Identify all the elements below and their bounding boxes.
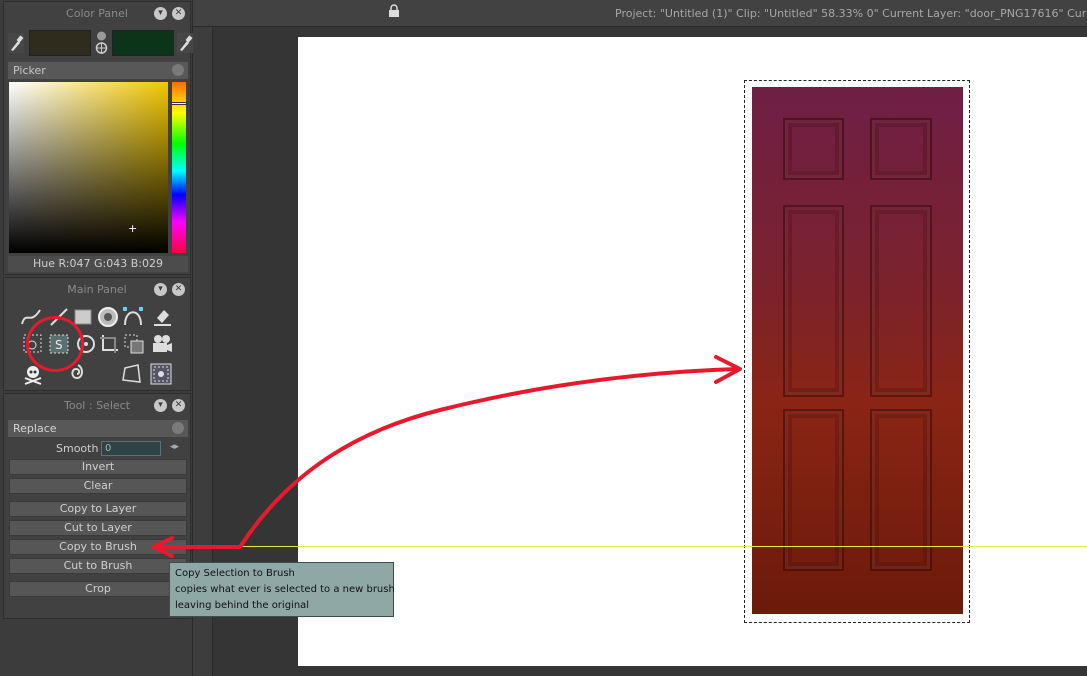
status-bar: Project: "Untitled (1)" Clip: "Untitled"… — [193, 0, 1087, 27]
annotation-circle — [26, 316, 84, 372]
smooth-label: Smooth — [56, 442, 99, 455]
swatch-row — [8, 30, 193, 56]
collapse-icon[interactable]: ▾ — [154, 399, 167, 412]
main-panel-title: Main Panel — [67, 283, 127, 296]
close-icon[interactable]: ✕ — [172, 7, 185, 20]
camera-tool-icon[interactable] — [151, 333, 173, 355]
hue-slider[interactable] — [172, 82, 186, 253]
fill-tool-icon[interactable] — [151, 306, 173, 328]
perspective-tool-icon[interactable] — [121, 363, 143, 385]
selection-mode-value: Replace — [13, 422, 57, 435]
app-window: Color Panel ▾ ✕ Picker + Hue R:047 G:043… — [0, 0, 1087, 676]
main-panel-header: Main Panel ▾ ✕ — [4, 278, 190, 302]
clone-tool-icon[interactable] — [123, 333, 145, 355]
selection-mode-dropdown[interactable]: Replace — [8, 420, 188, 437]
bezier-tool-icon[interactable] — [122, 306, 144, 328]
tooltip-line: leaving behind the original — [175, 600, 310, 611]
tool-select-panel: Tool : Select ▾ ✕ Replace Smooth 0 ◂▸ In… — [3, 393, 191, 619]
background-color-swatch[interactable] — [112, 30, 174, 56]
invert-button[interactable]: Invert — [9, 459, 187, 475]
tooltip-line: copies what ever is selected to a new br… — [175, 584, 395, 595]
saturation-value-picker[interactable]: + — [9, 82, 168, 253]
tool-select-title: Tool : Select — [64, 399, 130, 412]
tooltip-title: Copy Selection to Brush — [175, 568, 295, 579]
eyedropper-fg-icon[interactable] — [8, 33, 24, 53]
eyedropper-bg-icon[interactable] — [177, 33, 193, 53]
color-panel: Color Panel ▾ ✕ Picker + Hue R:047 G:043… — [3, 1, 193, 275]
status-text: Project: "Untitled (1)" Clip: "Untitled"… — [615, 7, 1087, 20]
selection-marquee[interactable] — [744, 80, 970, 623]
copy-to-brush-button[interactable]: Copy to Brush — [9, 539, 187, 555]
color-readout: Hue R:047 G:043 B:029 — [8, 256, 188, 272]
picker-dropdown[interactable]: Picker — [8, 62, 188, 79]
swap-colors-icon[interactable] — [94, 31, 109, 55]
ellipse-tool-icon[interactable] — [97, 306, 119, 328]
guide-line[interactable] — [240, 546, 1087, 547]
close-icon[interactable]: ✕ — [172, 283, 185, 296]
chevron-down-icon — [172, 64, 184, 76]
selection-tool-icon[interactable] — [150, 363, 172, 385]
color-panel-title: Color Panel — [66, 7, 128, 20]
cut-to-brush-button[interactable]: Cut to Brush — [9, 558, 187, 574]
crop-tool-icon[interactable] — [98, 333, 120, 355]
color-panel-header: Color Panel ▾ ✕ — [4, 2, 190, 26]
tool-select-header: Tool : Select ▾ ✕ — [4, 394, 190, 418]
copy-to-layer-button[interactable]: Copy to Layer — [9, 501, 187, 517]
tooltip: Copy Selection to Brush copies what ever… — [169, 562, 395, 617]
cut-to-layer-button[interactable]: Cut to Layer — [9, 520, 187, 536]
crosshair-icon: + — [128, 222, 138, 235]
close-icon[interactable]: ✕ — [172, 399, 185, 412]
clear-button[interactable]: Clear — [9, 478, 187, 494]
crop-button[interactable]: Crop — [9, 581, 187, 597]
stepper-arrows-icon[interactable]: ◂▸ — [170, 442, 179, 452]
smooth-input[interactable]: 0 — [101, 441, 161, 456]
collapse-icon[interactable]: ▾ — [154, 7, 167, 20]
hue-slider-handle[interactable] — [171, 102, 187, 105]
lock-icon[interactable] — [388, 4, 400, 18]
picker-label: Picker — [13, 64, 46, 77]
chevron-down-icon — [172, 422, 184, 434]
collapse-icon[interactable]: ▾ — [154, 283, 167, 296]
foreground-color-swatch[interactable] — [29, 30, 91, 56]
